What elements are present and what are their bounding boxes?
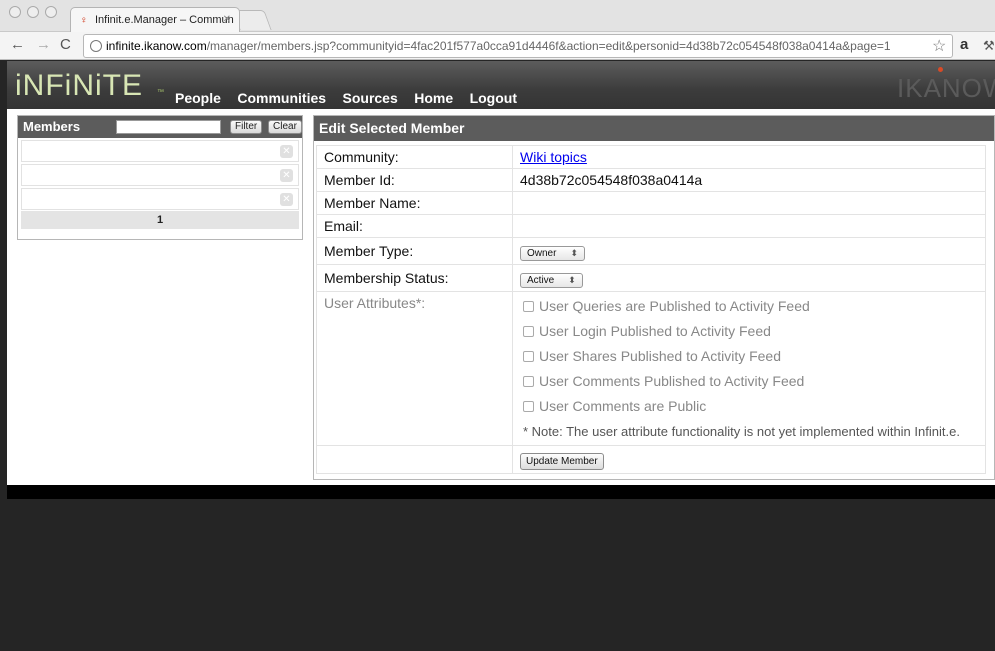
select-arrow-icon: ⬍ — [568, 275, 576, 285]
attribute-option[interactable]: User Login Published to Activity Feed — [520, 319, 978, 344]
members-panel: Members Filter Clear ✕ ✕ ✕ 1 — [17, 115, 303, 240]
content-area: Members Filter Clear ✕ ✕ ✕ 1 Edit Select… — [7, 109, 995, 485]
favicon-icon: ♀ — [80, 15, 88, 26]
window-zoom-button[interactable] — [45, 6, 57, 18]
window-minimize-button[interactable] — [27, 6, 39, 18]
window-close-button[interactable] — [9, 6, 21, 18]
tab-title: Infinit.e.Manager – Commun — [95, 14, 234, 26]
back-icon[interactable]: ← — [10, 37, 25, 53]
nav-sources[interactable]: Sources — [343, 90, 398, 106]
footer-strip — [7, 485, 995, 499]
delete-icon[interactable]: ✕ — [280, 193, 293, 206]
form-row-member-type: Member Type: Owner ⬍ — [316, 237, 986, 265]
edit-member-panel: Edit Selected Member Community: Wiki top… — [313, 115, 995, 480]
ikanow-logo: IKANOW — [897, 73, 995, 103]
page-number[interactable]: 1 — [157, 214, 163, 226]
reload-icon[interactable]: C — [60, 37, 71, 53]
nav-logout[interactable]: Logout — [470, 90, 517, 106]
checkbox[interactable] — [523, 401, 534, 412]
clear-button[interactable]: Clear — [268, 120, 302, 134]
filter-button[interactable]: Filter — [230, 120, 263, 134]
attribute-label: User Login Published to Activity Feed — [539, 323, 771, 339]
main-nav: People Communities Sources Home Logout — [175, 90, 529, 108]
attribute-option[interactable]: User Queries are Published to Activity F… — [520, 294, 978, 319]
browser-toolbar: ← → C infinite.ikanow.com/manager/member… — [0, 32, 995, 60]
member-form: Community: Wiki topics Member Id: 4d38b7… — [316, 145, 986, 474]
browser-titlebar: ♀ Infinit.e.Manager – Commun ✕ — [0, 0, 995, 33]
form-row-community: Community: Wiki topics — [316, 145, 986, 169]
form-row-email: Email: — [316, 214, 986, 238]
attribute-label: User Comments are Public — [539, 398, 707, 414]
logo-accent-dot — [938, 67, 943, 72]
list-item[interactable]: ✕ — [21, 188, 299, 210]
form-row-member-name: Member Name: — [316, 191, 986, 215]
checkbox[interactable] — [523, 301, 534, 312]
email-value — [512, 214, 986, 238]
globe-icon — [90, 40, 102, 52]
checkbox[interactable] — [523, 326, 534, 337]
infinite-logo: iNFiNiTE — [15, 69, 143, 102]
attribute-label: User Shares Published to Activity Feed — [539, 348, 782, 364]
nav-home[interactable]: Home — [414, 90, 453, 106]
url-host: infinite.ikanow.com — [106, 39, 207, 53]
membership-status-label: Membership Status: — [316, 264, 513, 292]
member-type-value: Owner — [527, 248, 557, 259]
form-row-user-attributes: User Attributes*: User Queries are Publi… — [316, 291, 986, 446]
member-name-label: Member Name: — [316, 191, 513, 215]
membership-status-select[interactable]: Active ⬍ — [520, 273, 583, 288]
pagination: 1 — [21, 211, 299, 229]
attribute-option[interactable]: User Shares Published to Activity Feed — [520, 344, 978, 369]
form-row-member-id: Member Id: 4d38b72c054548f038a0414a — [316, 168, 986, 192]
attribute-label: User Queries are Published to Activity F… — [539, 298, 810, 314]
address-bar[interactable]: infinite.ikanow.com/manager/members.jsp?… — [83, 34, 953, 58]
logo-trademark: ™ — [157, 89, 164, 96]
update-member-button[interactable]: Update Member — [520, 453, 604, 470]
tab-close-icon[interactable]: ✕ — [223, 14, 231, 25]
app-page: iNFiNiTE ™ People Communities Sources Ho… — [7, 61, 995, 651]
form-row-membership-status: Membership Status: Active ⬍ — [316, 264, 986, 292]
attribute-note: * Note: The user attribute functionality… — [523, 424, 960, 439]
members-header: Members Filter Clear — [18, 116, 302, 138]
delete-icon[interactable]: ✕ — [280, 169, 293, 182]
attribute-label: User Comments Published to Activity Feed — [539, 373, 805, 389]
wrench-icon[interactable]: ⚒ — [983, 38, 995, 54]
form-row-actions: Update Member — [316, 445, 986, 474]
members-title: Members — [23, 119, 81, 134]
checkbox[interactable] — [523, 351, 534, 362]
membership-status-value: Active — [527, 275, 555, 286]
checkbox[interactable] — [523, 376, 534, 387]
community-link[interactable]: Wiki topics — [520, 149, 587, 165]
browser-tab[interactable]: ♀ Infinit.e.Manager – Commun ✕ — [70, 7, 240, 33]
member-name-value — [512, 191, 986, 215]
edit-member-title: Edit Selected Member — [314, 116, 994, 141]
members-filter-input[interactable] — [116, 120, 221, 134]
community-label: Community: — [316, 145, 513, 169]
url-path: /manager/members.jsp?communityid=4fac201… — [206, 39, 891, 53]
select-arrow-icon: ⬍ — [570, 248, 578, 258]
bookmark-star-icon[interactable]: ☆ — [932, 36, 946, 56]
list-item[interactable]: ✕ — [21, 164, 299, 186]
member-id-value: 4d38b72c054548f038a0414a — [512, 168, 986, 192]
nav-communities[interactable]: Communities — [237, 90, 326, 106]
member-type-label: Member Type: — [316, 237, 513, 265]
amazon-extension-icon[interactable]: a — [960, 36, 968, 53]
delete-icon[interactable]: ✕ — [280, 145, 293, 158]
member-type-select[interactable]: Owner ⬍ — [520, 246, 585, 261]
app-header: iNFiNiTE ™ People Communities Sources Ho… — [7, 61, 995, 109]
attribute-option[interactable]: User Comments Published to Activity Feed — [520, 369, 978, 394]
list-item[interactable]: ✕ — [21, 140, 299, 162]
attribute-option[interactable]: User Comments are Public — [520, 394, 978, 419]
forward-icon[interactable]: → — [36, 37, 51, 53]
member-id-label: Member Id: — [316, 168, 513, 192]
email-label: Email: — [316, 214, 513, 238]
nav-people[interactable]: People — [175, 90, 221, 106]
user-attributes-label: User Attributes*: — [316, 291, 513, 446]
